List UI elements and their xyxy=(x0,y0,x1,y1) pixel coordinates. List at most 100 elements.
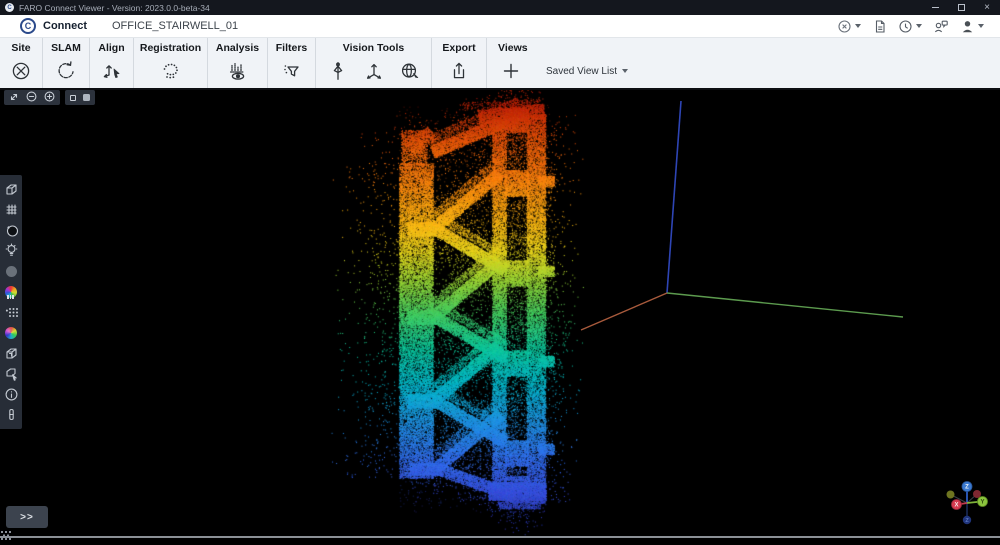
ribbon-group-site-label: Site xyxy=(11,42,30,55)
align-button[interactable] xyxy=(99,57,125,85)
minimize-button[interactable] xyxy=(922,0,948,15)
document-icon xyxy=(872,19,887,34)
filters-button[interactable] xyxy=(279,57,305,85)
filter-funnel-icon xyxy=(281,60,303,82)
vision-plumb-button[interactable] xyxy=(325,57,351,85)
solid-circle-icon[interactable] xyxy=(4,264,19,279)
cube-pointer-icon[interactable] xyxy=(4,366,19,381)
expand-panel-button[interactable]: >> xyxy=(6,506,48,528)
ribbon-group-align-label: Align xyxy=(98,42,124,55)
square-outline-icon[interactable] xyxy=(70,95,76,101)
saved-view-list-dropdown[interactable]: Saved View List xyxy=(546,66,628,77)
gizmo-y-label: Y xyxy=(980,500,984,506)
ribbon-group-export: Export xyxy=(432,38,487,88)
axis-z-line xyxy=(667,101,681,293)
grid-icon[interactable] xyxy=(4,202,19,217)
add-view-button[interactable] xyxy=(498,57,524,85)
ribbon-group-registration-label: Registration xyxy=(140,42,201,55)
caret-down-icon xyxy=(916,24,922,28)
zoom-out-icon[interactable] xyxy=(26,89,37,107)
caret-down-icon xyxy=(855,24,861,28)
ribbon-group-vision-tools: Vision Tools xyxy=(316,38,432,88)
title-bar: C FARO Connect Viewer - Version: 2023.0.… xyxy=(0,0,1000,15)
contact-icon xyxy=(933,19,949,34)
ribbon-group-views-label: Views xyxy=(498,42,528,55)
view-options-sidebar xyxy=(0,175,22,429)
maximize-icon xyxy=(958,4,965,11)
view-mode-controls xyxy=(65,90,95,105)
ribbon-group-vision-tools-label: Vision Tools xyxy=(343,42,404,55)
registration-button[interactable] xyxy=(158,57,184,85)
ribbon-group-filters-label: Filters xyxy=(276,42,308,55)
ribbon-group-site: Site xyxy=(0,38,43,88)
navigation-gizmo[interactable]: Z Z Y X xyxy=(936,474,998,536)
slam-button[interactable] xyxy=(53,57,79,85)
viewport-3d: >> Z Z Y X xyxy=(0,90,1000,538)
align-arrows-icon xyxy=(101,60,123,82)
color-sphere-icon[interactable] xyxy=(4,325,19,340)
close-button[interactable]: × xyxy=(974,0,1000,15)
droplet-circle-icon[interactable] xyxy=(4,223,19,238)
ribbon-group-slam: SLAM xyxy=(43,38,90,88)
resize-grip-icon[interactable] xyxy=(1,527,12,545)
lightbulb-icon[interactable] xyxy=(4,243,19,258)
point-cloud-icon xyxy=(160,60,182,82)
brand-label: Connect xyxy=(43,20,87,32)
export-button[interactable] xyxy=(446,57,472,85)
cube-icon[interactable] xyxy=(4,182,19,197)
history-icon xyxy=(898,19,913,34)
ribbon-group-filters: Filters xyxy=(268,38,316,88)
user-button[interactable] xyxy=(960,19,984,34)
saved-view-list-label: Saved View List xyxy=(546,66,617,77)
ribbon-group-align: Align xyxy=(90,38,134,88)
history-button[interactable] xyxy=(898,19,922,34)
axis-y-line xyxy=(667,293,903,317)
bottom-splitter[interactable] xyxy=(0,536,1000,538)
globe-pencil-icon xyxy=(399,60,421,82)
ruler-icon[interactable] xyxy=(4,407,19,422)
vision-axes-button[interactable] xyxy=(361,57,387,85)
axis-arrows-icon xyxy=(363,60,385,82)
ribbon-group-registration: Registration xyxy=(134,38,208,88)
ribbon-group-views: Views Saved View List xyxy=(487,38,1000,88)
vision-globe-button[interactable] xyxy=(397,57,423,85)
square-filled-icon[interactable] xyxy=(83,94,90,101)
ribbon: Site SLAM Align Registration xyxy=(0,38,1000,90)
gizmo-neg-x-ball[interactable] xyxy=(973,490,981,498)
site-close-button[interactable] xyxy=(8,57,34,85)
ribbon-group-analysis-label: Analysis xyxy=(216,42,259,55)
cube-frame-icon[interactable] xyxy=(4,346,19,361)
close-icon: × xyxy=(984,3,990,13)
zoom-in-icon[interactable] xyxy=(44,89,55,107)
analysis-button[interactable] xyxy=(225,57,251,85)
maximize-button[interactable] xyxy=(948,0,974,15)
ribbon-group-slam-label: SLAM xyxy=(51,42,81,55)
caret-down-icon xyxy=(622,69,628,73)
minimize-icon xyxy=(932,7,939,8)
close-circle-icon xyxy=(10,60,32,82)
deactivate-icon xyxy=(837,19,852,34)
document-button[interactable] xyxy=(872,19,887,34)
info-icon[interactable] xyxy=(4,387,19,402)
color-wheel-icon[interactable] xyxy=(4,284,19,299)
project-tab[interactable]: OFFICE_STAIRWELL_01 xyxy=(112,20,238,32)
histogram-eye-icon xyxy=(227,60,249,82)
connect-logo-icon: C xyxy=(20,18,36,34)
loop-arrow-icon xyxy=(55,60,77,82)
ribbon-group-export-label: Export xyxy=(442,42,475,55)
export-tray-icon xyxy=(448,60,470,82)
deactivate-button[interactable] xyxy=(837,19,861,34)
contact-button[interactable] xyxy=(933,19,949,34)
axis-x-line xyxy=(581,293,667,330)
user-icon xyxy=(960,19,975,34)
app-logo-icon: C xyxy=(5,3,14,12)
gizmo-x-label: X xyxy=(954,503,958,509)
app-header: C Connect OFFICE_STAIRWELL_01 xyxy=(0,15,1000,38)
world-axes xyxy=(0,90,1000,538)
window-title: FARO Connect Viewer - Version: 2023.0.0-… xyxy=(19,3,210,13)
diagonal-arrow-icon[interactable] xyxy=(9,89,19,107)
plumb-line-icon xyxy=(327,60,349,82)
gizmo-neg-y-ball[interactable] xyxy=(947,491,955,499)
point-grid-icon[interactable] xyxy=(4,305,19,320)
viewport-toolbar xyxy=(4,90,95,105)
